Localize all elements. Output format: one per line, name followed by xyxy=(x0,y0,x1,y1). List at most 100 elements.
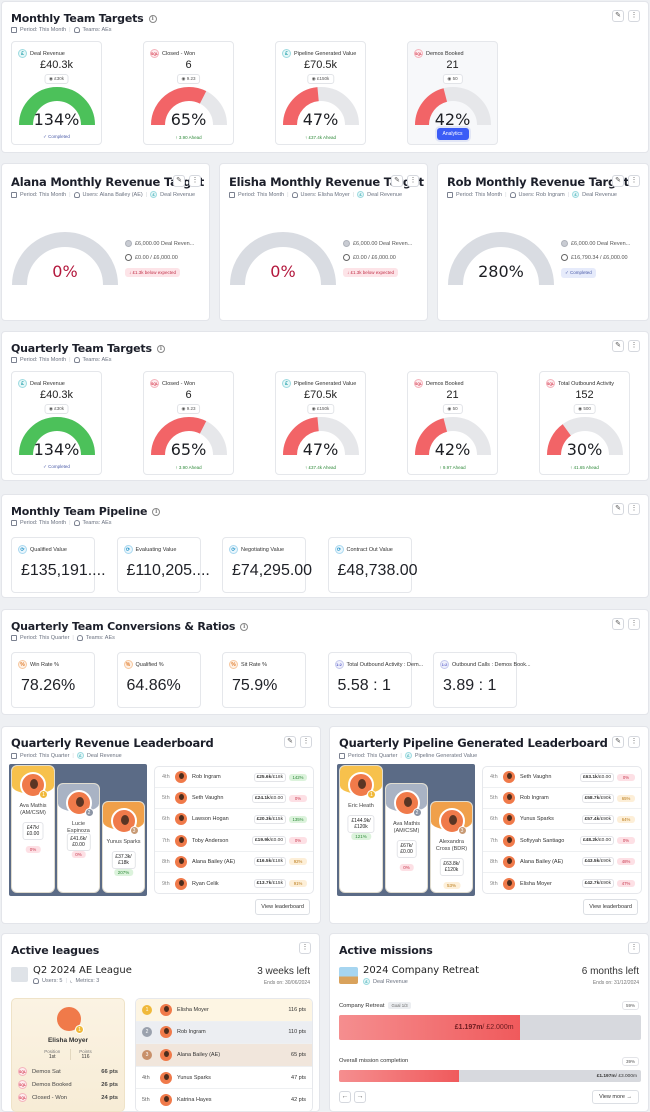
target-card[interactable]: £ Deal Revenue £40.3k ◉ £30k 134% ✓ Comple… xyxy=(11,371,102,475)
mission-name[interactable]: 2024 Company Retreat xyxy=(363,965,479,976)
ratio-card[interactable]: % Win Rate % 78.26% xyxy=(11,652,95,708)
league-row[interactable]: 3 Alana Bailey (AE) 65 pts xyxy=(136,1044,312,1067)
target-card[interactable]: £ Pipeline Generated Value £70.5k ◉ £150k… xyxy=(275,371,366,475)
leaderboard-row[interactable]: 4th Rob Ingram £25.6k/£18k 142% xyxy=(155,767,313,788)
podium-entry[interactable]: 3 Alexandra Cross (BDR) £63.8k/ £120k 53… xyxy=(430,801,473,893)
league-row[interactable]: 1 Elisha Moyer 116 pts xyxy=(136,999,312,1022)
edit-button[interactable]: ✎ xyxy=(612,736,624,748)
league-leader-card: 1 Elisha Moyer Position 1st Points 116 SQL… xyxy=(11,998,125,1112)
target-status: ↑ 3.90 Ahead xyxy=(175,135,202,140)
rank: 9th xyxy=(490,880,498,887)
progress-value: £0.00 / £6,000.00 xyxy=(353,254,396,261)
edit-button[interactable]: ✎ xyxy=(173,175,185,187)
info-icon[interactable]: i xyxy=(148,15,157,23)
avatar xyxy=(160,1026,172,1039)
previous-button[interactable]: ← xyxy=(339,1091,351,1103)
gauge-percent: 42% xyxy=(434,110,471,129)
view-leaderboard-button[interactable]: View leaderboard xyxy=(583,899,638,915)
target-card[interactable]: £ Deal Revenue £40.3k ◉ £30k 134% ✓ Comple… xyxy=(11,41,102,145)
leaderboard-row[interactable]: 4th Seth Vaughn £63.1k/£0.00 0% xyxy=(483,767,641,788)
target-card[interactable]: SQL Closed - Won 6 ◉ 9.23 65% ↑ 3.90 Ahead xyxy=(143,371,234,475)
pipeline-card[interactable]: ⟳ Qualified Value £135,191.... xyxy=(11,537,106,593)
metric-label: Deal Revenue xyxy=(30,50,65,57)
info-icon[interactable]: i xyxy=(152,508,161,516)
more-options-button[interactable]: ⋮ xyxy=(628,503,640,515)
avatar xyxy=(160,1048,172,1061)
leaderboard-row[interactable]: 7th Toby Anderson £19.9k/£0.00 0% xyxy=(155,831,313,852)
more-options-button[interactable]: ⋮ xyxy=(189,175,201,187)
target-card[interactable]: SQL Demos Booked 21 ◉ 50 42% Analytics xyxy=(407,41,498,145)
info-icon[interactable]: i xyxy=(240,623,249,631)
pipeline-card[interactable]: ⟳ Negotiating Value £74,295.00 xyxy=(222,537,312,593)
edit-button[interactable]: ✎ xyxy=(391,175,403,187)
view-more-button[interactable]: View more → xyxy=(592,1090,639,1104)
more-options-button[interactable]: ⋮ xyxy=(628,340,640,352)
podium-entry[interactable]: 2 Lucie Espinoza £41.6k/ £0.00 0% xyxy=(57,783,100,893)
edit-button[interactable]: ✎ xyxy=(612,503,624,515)
more-options-button[interactable]: ⋮ xyxy=(299,942,311,954)
target-icon xyxy=(125,240,132,247)
more-options-button[interactable]: ⋮ xyxy=(628,175,640,187)
more-options-button[interactable]: ⋮ xyxy=(628,942,640,954)
league-name[interactable]: Q2 2024 AE League xyxy=(33,965,132,976)
more-options-button[interactable]: ⋮ xyxy=(628,618,640,630)
leaderboard-row[interactable]: 5th Seth Vaughn £24.1k/£0.00 0% xyxy=(155,788,313,810)
edit-button[interactable]: ✎ xyxy=(612,340,624,352)
more-options-button[interactable]: ⋮ xyxy=(407,175,419,187)
ratio-icon: 1:2 xyxy=(334,660,344,669)
info-icon[interactable]: i xyxy=(156,345,165,353)
pipeline-card[interactable]: ⟳ Evaluating Value £110,205.... xyxy=(116,537,210,593)
analytics-button[interactable]: Analytics xyxy=(436,128,469,140)
podium-entry[interactable]: 1 Eric Heath £144.9k/ £120k 121% xyxy=(339,765,383,893)
next-button[interactable]: → xyxy=(354,1091,366,1103)
ratio-card[interactable]: % Qualified % 64.86% xyxy=(116,652,201,708)
teams-label: Teams: AEs xyxy=(82,520,112,526)
ratio-card[interactable]: 1:2 Outbound Calls : Demos Book... 3.89 :… xyxy=(433,652,531,708)
target-card[interactable]: SQL Demos Booked 21 ◉ 50 42% ↑ 9.97 Ahead xyxy=(407,371,498,475)
target-status: ✓ Completed xyxy=(43,464,70,469)
metric-icon: SQL xyxy=(18,1080,27,1089)
percent-badge: 0% xyxy=(617,773,635,781)
ratio-card[interactable]: 1:2 Total Outbound Activity : Dem... 5.58… xyxy=(327,652,423,708)
league-row[interactable]: 5th Katrina Hayes 42 pts xyxy=(136,1089,312,1111)
rank: 5th xyxy=(142,1097,150,1104)
ratio-card[interactable]: % Sit Rate % 75.9% xyxy=(222,652,306,708)
calendar-icon xyxy=(447,191,453,198)
target-card[interactable]: SQL Total Outbound Activity 152 ◉ 500 30%… xyxy=(539,371,630,475)
pipeline-card[interactable]: ⟳ Contract Out Value £48,738.00 xyxy=(327,537,418,593)
edit-button[interactable]: ✎ xyxy=(612,10,624,22)
edit-button[interactable]: ✎ xyxy=(612,175,624,187)
more-options-button[interactable]: ⋮ xyxy=(628,10,640,22)
league-row[interactable]: 4th Yunus Sparks 47 pts xyxy=(136,1066,312,1090)
podium-entry[interactable]: 3 Yunus Sparks £37.3k/ £18k 207% xyxy=(102,801,145,893)
more-options-button[interactable]: ⋮ xyxy=(628,736,640,748)
period-label: Period: This Quarter xyxy=(20,752,70,759)
edit-button[interactable]: ✎ xyxy=(612,618,624,630)
period-label: Period: This Month xyxy=(238,191,285,198)
leaderboard-row[interactable]: 9th Ryan Celik £13.7k/£15k 91% xyxy=(155,873,313,894)
user-name: Rob Ingram xyxy=(192,774,221,780)
podium-entry[interactable]: 2 Ava Mathis (AM/CSM) £67k/£0.00 0% xyxy=(385,783,428,893)
leaderboard-row[interactable]: 9th Elisha Moyer £42.7k/£90k 47% xyxy=(483,873,641,894)
leader-avatar: 1 xyxy=(57,1007,84,1034)
leaderboard-row[interactable]: 8th Alana Bailey (AE) £16.5k/£18k 92% xyxy=(155,852,313,873)
edit-button[interactable]: ✎ xyxy=(284,736,296,748)
target-card[interactable]: SQL Closed - Won 6 ◉ 9.23 65% ↑ 3.90 Ahead xyxy=(143,41,234,145)
metric-value: 21 xyxy=(446,389,459,401)
leaderboard-row[interactable]: 5th Rob Ingram £58.7k/£90k 65% xyxy=(483,788,641,810)
leaderboard-row[interactable]: 7th Sofiyyah Santiago £48.2k/£0.00 0% xyxy=(483,831,641,852)
target-value: £6,000.00 Deal Reven... xyxy=(135,240,195,247)
user-name: Lawson Hogan xyxy=(192,816,229,823)
podium-entry[interactable]: 1 Ava Mathis (AM/CSM) £47k/£0.00 0% xyxy=(11,765,55,893)
avatar: 2 xyxy=(65,790,94,817)
quarterly-conversions-panel: Quarterly Team Conversions & Ratios i Per… xyxy=(1,609,649,715)
leaderboard-row[interactable]: 6th Lawson Hogan £20.3k/£15k 135% xyxy=(155,809,313,831)
leaderboard-row[interactable]: 8th Alana Bailey (AE) £43.5k/£90k 48% xyxy=(483,852,641,873)
league-row[interactable]: 2 Rob Ingram 110 pts xyxy=(136,1021,312,1045)
rank: 4th xyxy=(490,774,498,780)
rank-medal-icon: 2 xyxy=(412,808,422,817)
more-options-button[interactable]: ⋮ xyxy=(300,736,312,748)
view-leaderboard-button[interactable]: View leaderboard xyxy=(255,899,310,915)
leaderboard-row[interactable]: 6th Yunus Sparks £57.4k/£90k 64% xyxy=(483,809,641,831)
target-card[interactable]: £ Pipeline Generated Value £70.5k ◉ £150k… xyxy=(275,41,366,145)
